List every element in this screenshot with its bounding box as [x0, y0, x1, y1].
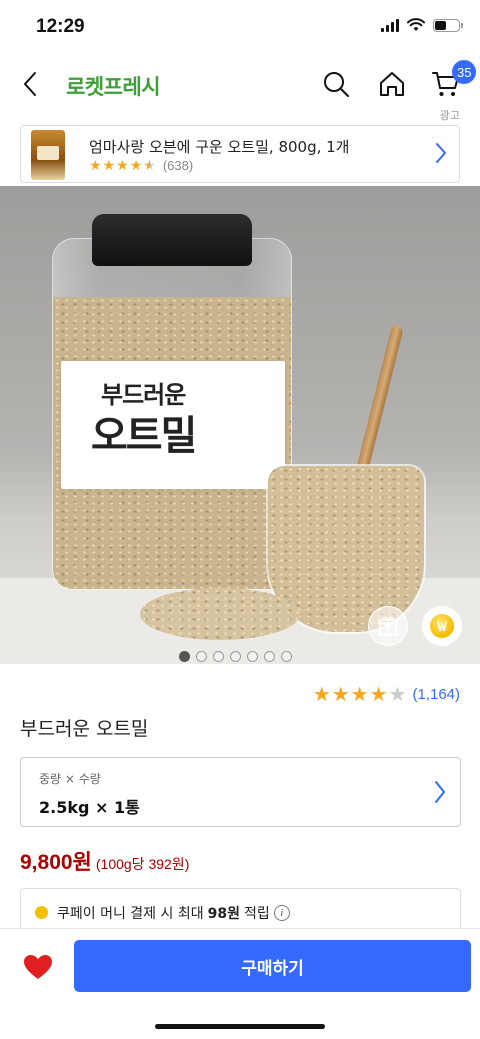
ad-product-card[interactable]: 엄마사랑 오븐에 구운 오트밀, 800g, 1개 ★ ★ ★ ★ ★ (638… — [20, 125, 460, 183]
option-label: 중량 × 수량 — [39, 772, 101, 786]
status-time: 12:29 — [36, 16, 85, 37]
star-icon: ★ — [312, 682, 331, 706]
chevron-right-icon — [435, 781, 445, 803]
buy-button[interactable]: 구매하기 — [74, 940, 471, 992]
ad-review-count: (638) — [162, 158, 194, 173]
coin-icon — [430, 614, 454, 638]
home-button[interactable] — [372, 64, 412, 104]
sale-price: 9,800원 — [20, 851, 92, 874]
gift-icon — [378, 617, 398, 636]
price-row: 9,800원 (100g당 392원) — [20, 846, 189, 876]
brand-title[interactable]: 로켓프레시 — [66, 71, 161, 101]
carousel-dot[interactable] — [281, 651, 292, 662]
ad-label: 광고 — [439, 109, 460, 122]
carousel-dot[interactable] — [230, 651, 241, 662]
jar-lid — [92, 214, 252, 266]
product-rating[interactable]: ★ ★ ★ ★ ★ (1,164) — [313, 684, 460, 704]
chevron-right-icon — [436, 143, 446, 163]
coupay-coin-icon — [35, 906, 48, 919]
ad-star-rating: ★ ★ ★ ★ ★ — [89, 159, 156, 173]
star-icon: ★ — [116, 157, 129, 174]
ad-rating: ★ ★ ★ ★ ★ (638) — [89, 158, 193, 173]
review-count-link[interactable]: (1,164) — [412, 686, 460, 703]
carousel-dots — [179, 651, 292, 662]
carousel-dot[interactable] — [247, 651, 258, 662]
bottom-action-bar: 구매하기 — [0, 928, 480, 1039]
cashback-text: 쿠페이 머니 결제 시 최대 98원 적립 i — [57, 903, 290, 923]
star-icon: ★ — [89, 157, 102, 174]
oatmeal-jar-image: 부드러운 오트밀 — [52, 238, 292, 590]
carousel-dot[interactable] — [196, 651, 207, 662]
jar-label-line2: 오트밀 — [91, 413, 197, 459]
oat-pile — [140, 588, 300, 640]
carousel-dot[interactable] — [264, 651, 275, 662]
battery-icon — [433, 18, 463, 32]
cashback-suffix: 적립 — [243, 906, 270, 922]
jar-label: 부드러운 오트밀 — [61, 361, 285, 489]
wooden-spoon — [353, 324, 404, 483]
product-title: 부드러운 오트밀 — [20, 718, 149, 740]
status-bar: 12:29 — [0, 0, 480, 56]
signal-icon — [381, 18, 399, 32]
empty-star-icon: ★ — [388, 682, 407, 706]
product-image-carousel[interactable]: 부드러운 오트밀 — [0, 186, 480, 664]
half-star-icon: ★ — [143, 157, 156, 174]
gift-button[interactable] — [368, 606, 408, 646]
option-selector[interactable]: 중량 × 수량 2.5kg × 1통 — [20, 757, 461, 827]
star-icon: ★ — [102, 157, 116, 174]
star-icon: ★ — [129, 157, 143, 174]
status-icons — [381, 18, 463, 32]
carousel-dot[interactable] — [179, 651, 190, 662]
back-button[interactable] — [12, 66, 48, 102]
search-button[interactable] — [316, 64, 356, 104]
info-icon[interactable]: i — [273, 905, 290, 921]
home-indicator — [155, 1024, 325, 1029]
ad-product-thumbnail — [31, 130, 65, 180]
coin-button[interactable] — [422, 606, 462, 646]
wifi-icon — [407, 18, 425, 31]
cashback-prefix: 쿠페이 머니 결제 시 최대 — [57, 906, 204, 922]
wishlist-button[interactable] — [20, 949, 56, 985]
star-icon: ★ — [369, 682, 388, 706]
search-icon — [324, 72, 349, 97]
product-star-rating: ★ ★ ★ ★ ★ — [313, 684, 407, 704]
option-value: 2.5kg × 1통 — [39, 798, 140, 817]
unit-price: (100g당 392원) — [95, 856, 190, 872]
ad-product-title: 엄마사랑 오븐에 구운 오트밀, 800g, 1개 — [89, 138, 350, 156]
heart-icon — [24, 955, 52, 979]
star-icon: ★ — [350, 682, 369, 706]
cashback-amount: 98원 — [207, 906, 240, 922]
carousel-dot[interactable] — [213, 651, 224, 662]
home-icon — [380, 72, 404, 96]
star-icon: ★ — [331, 682, 350, 706]
back-chevron-icon — [24, 72, 36, 96]
top-nav: 로켓프레시 — [0, 56, 480, 112]
